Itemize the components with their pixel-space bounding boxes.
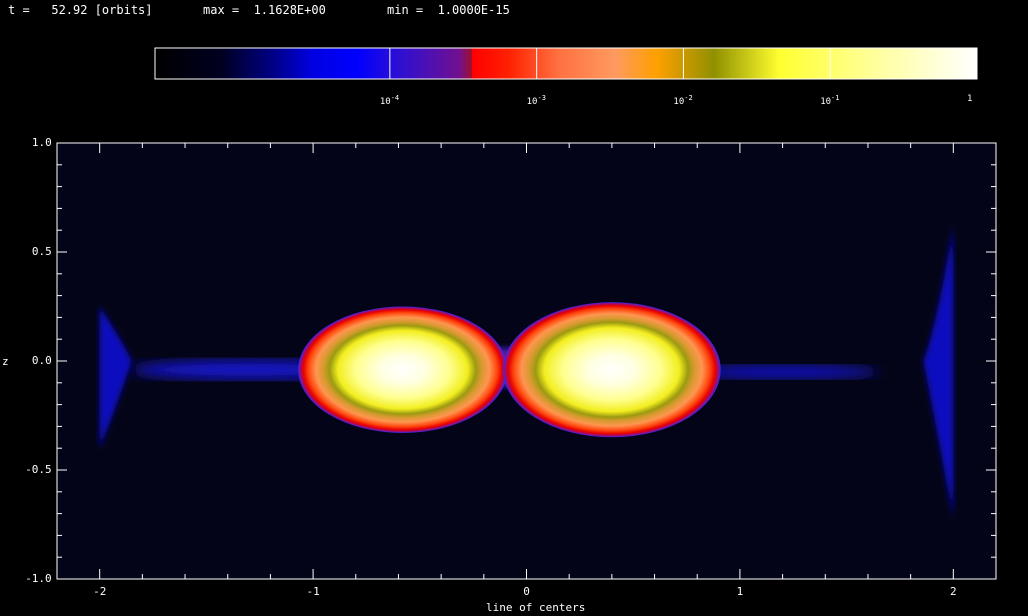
y-tick-label: 0.0 — [31, 354, 52, 367]
x-tick-label: 1 — [736, 585, 744, 598]
density-plot — [56, 47, 997, 580]
x-tick-label: -1 — [306, 585, 320, 598]
star-2 — [503, 302, 721, 438]
colorbar-tick-label: 10-4 — [379, 94, 400, 107]
colorbar — [154, 47, 978, 80]
colorbar-tick-label: 10-1 — [820, 94, 840, 107]
x-axis-label: line of centers — [486, 601, 586, 614]
y-tick-label: -1.0 — [25, 572, 52, 585]
x-tick-label: 2 — [950, 585, 957, 598]
star-1 — [298, 306, 508, 433]
colorbar-tick-label: 1 — [967, 94, 973, 104]
colorbar-tick-label: 10-3 — [526, 94, 546, 107]
y-tick-label: 1.0 — [31, 136, 52, 149]
y-tick-label: 0.5 — [31, 245, 52, 258]
y-tick-label: -0.5 — [25, 463, 52, 476]
x-tick-label: -2 — [93, 585, 107, 598]
colorbar-tick-label: 10-2 — [673, 94, 693, 107]
x-tick-label: 0 — [523, 585, 530, 598]
y-axis-label: z — [2, 355, 9, 368]
